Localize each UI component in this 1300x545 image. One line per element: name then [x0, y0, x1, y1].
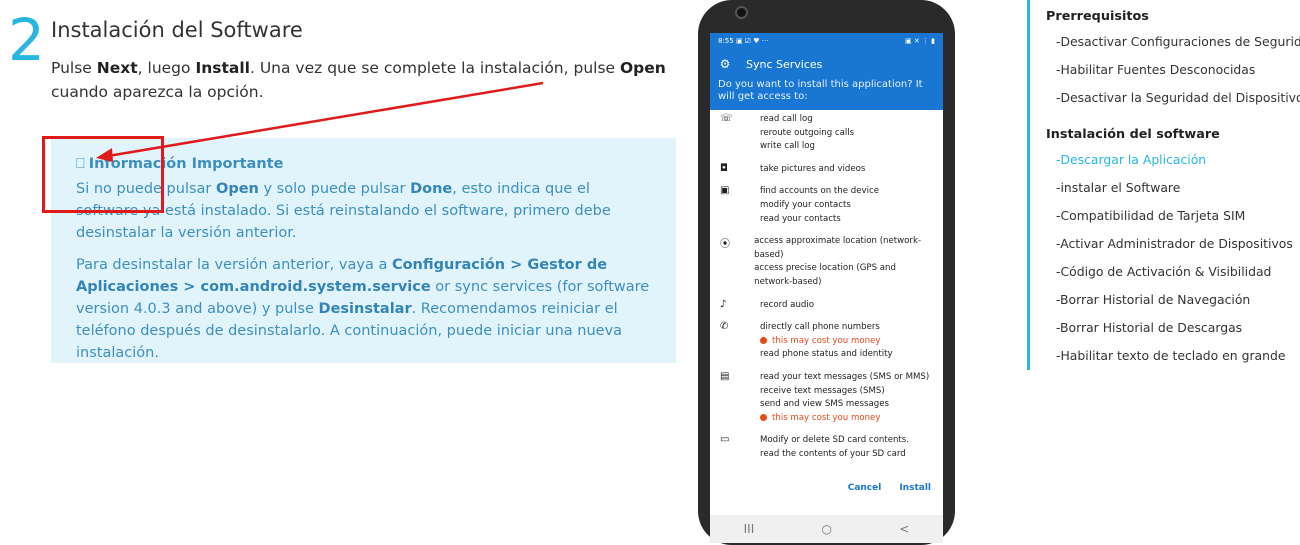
permission-line: access precise location (GPS and network…: [754, 263, 896, 287]
permission-line: read the contents of your SD card: [760, 448, 906, 459]
toc-link[interactable]: -Borrar Historial de Navegación: [1046, 286, 1300, 314]
permission-line: read call log: [760, 114, 813, 124]
install-question: Do you want to install this application?…: [718, 79, 923, 102]
info-text: Para desinstalar la versión anterior, va…: [76, 257, 392, 273]
permission-text: take pictures and videos: [760, 163, 865, 177]
toc-section-prerequisites[interactable]: Prerrequisitos: [1046, 6, 1300, 28]
toc-link[interactable]: -Borrar Historial de Descargas: [1046, 314, 1300, 342]
step-title: Instalación del Software: [51, 18, 303, 42]
permission-icon: ✆: [720, 321, 729, 333]
toc-link[interactable]: -Habilitar texto de teclado en grande: [1046, 342, 1300, 370]
permission-line: reroute outgoing calls: [760, 127, 855, 138]
toc-link[interactable]: -Desactivar Configuraciones de Seguridad: [1046, 28, 1300, 56]
info-text: y solo puede pulsar: [258, 181, 411, 197]
permission-item: ▣ find accounts on the device modify your …: [718, 185, 935, 226]
step-description: Pulse Next, luego Install. Una vez que s…: [51, 56, 671, 104]
permission-line: Modify or delete SD card contents.: [760, 435, 910, 446]
toc-link[interactable]: -Desactivar la Seguridad del Dispositivo: [1046, 84, 1300, 112]
permission-text: read call log reroute outgoing calls write…: [760, 113, 854, 154]
info-open: Open: [216, 181, 259, 197]
permission-cost-warning: this may cost you money: [760, 335, 893, 349]
toc-link[interactable]: -instalar el Software: [1046, 174, 1300, 202]
permission-list[interactable]: ☏ read call log reroute outgoing calls writ…: [710, 110, 943, 461]
permission-item: ☏ read call log reroute outgoing calls writ…: [718, 113, 935, 154]
permission-icon: ▤: [720, 370, 730, 382]
permission-line: record audio: [760, 299, 814, 310]
permission-line: modify your contacts: [760, 199, 851, 210]
phone-frame: 8:55 ▣ ☑ ♥ ··· ▣ ✕ ⋮ ▮ ⚙ Sync Services D…: [698, 0, 955, 545]
install-button[interactable]: Install: [899, 483, 931, 493]
toc-list-prerequisites: -Desactivar Configuraciones de Seguridad…: [1046, 28, 1300, 112]
permission-icon: ♪: [720, 298, 727, 310]
dialog-actions: Cancel Install: [848, 483, 931, 493]
table-of-contents: Prerrequisitos -Desactivar Configuracion…: [1027, 0, 1300, 370]
permission-line: take pictures and videos: [760, 163, 866, 174]
info-paragraph-2: Para desinstalar la versión anterior, va…: [76, 254, 651, 364]
permission-text: directly call phone numbers this may cost…: [760, 321, 893, 362]
toc-link[interactable]: -Habilitar Fuentes Desconocidas: [1046, 56, 1300, 84]
desc-text: Pulse: [51, 59, 97, 77]
recent-apps-icon[interactable]: III: [744, 522, 755, 536]
annotation-highlight-box: [42, 136, 164, 213]
cost-warning-icon: [760, 413, 767, 421]
permission-text: access approximate location (network-bas…: [754, 235, 935, 289]
toc-link[interactable]: -Descargar la Aplicación: [1046, 146, 1300, 174]
permission-icon: ☏: [720, 113, 733, 124]
toc-link[interactable]: -Activar Administrador de Dispositivos: [1046, 230, 1300, 258]
step-number: 2: [8, 6, 45, 74]
permission-text: Modify or delete SD card contents. read t…: [760, 434, 909, 461]
permission-item: ▤ read your text messages (SMS or MMS) rec…: [718, 371, 935, 425]
toc-link[interactable]: -Código de Activación & Visibilidad: [1046, 258, 1300, 286]
status-bar: 8:55 ▣ ☑ ♥ ··· ▣ ✕ ⋮ ▮: [710, 33, 943, 49]
permission-line: read your contacts: [760, 213, 841, 224]
info-done: Done: [410, 181, 453, 197]
toc-list-installation: -Descargar la Aplicación -instalar el Sof…: [1046, 146, 1300, 370]
desc-text: . Una vez que se complete la instalación…: [249, 59, 620, 77]
status-icons-right: ▣ ✕ ⋮ ▮: [904, 37, 935, 45]
permission-line: directly call phone numbers: [760, 322, 880, 333]
desc-text: cuando aparezca la opción.: [51, 83, 264, 101]
permission-item: ✆ directly call phone numbers this may cos…: [718, 321, 935, 362]
permission-line: write call log: [760, 141, 815, 152]
permission-line: access approximate location (network-bas…: [754, 236, 922, 260]
permission-icon: ⦿: [720, 239, 730, 251]
info-uninstall: Desinstalar: [318, 301, 412, 317]
phone-top: [698, 0, 955, 34]
permission-item: ▭ Modify or delete SD card contents. read …: [718, 434, 935, 461]
permission-line: receive text messages (SMS): [760, 385, 885, 396]
desc-open: Open: [620, 59, 666, 77]
permission-icon: ▣: [720, 185, 730, 197]
cost-warning-icon: [760, 336, 767, 344]
gear-icon: ⚙: [719, 57, 731, 71]
permission-item: ◘ take pictures and videos: [718, 163, 935, 177]
permission-cost-warning: this may cost you money: [760, 412, 929, 426]
permission-item: ♪ record audio: [718, 299, 935, 313]
status-time: 8:55: [718, 37, 734, 45]
back-icon[interactable]: <: [899, 522, 909, 536]
toc-section-installation[interactable]: Instalación del software: [1046, 124, 1300, 146]
permission-icon: ▭: [720, 434, 730, 446]
cancel-button[interactable]: Cancel: [848, 483, 882, 493]
permission-line: read phone status and identity: [760, 349, 893, 360]
home-icon[interactable]: ○: [822, 522, 832, 536]
permission-line: find accounts on the device: [760, 186, 879, 197]
desc-text: , luego: [137, 59, 196, 77]
desc-install: Install: [195, 59, 250, 77]
desc-next: Next: [96, 59, 138, 77]
permission-line: send and view SMS messages: [760, 399, 889, 410]
permission-line: read your text messages (SMS or MMS): [760, 371, 930, 382]
status-icons-left: ▣ ☑ ♥ ···: [735, 37, 769, 45]
permission-icon: ◘: [720, 162, 728, 174]
permission-text: read your text messages (SMS or MMS) rece…: [760, 371, 929, 425]
camera-icon: [735, 6, 748, 19]
permission-text: find accounts on the device modify your c…: [760, 185, 879, 226]
phone-screen: 8:55 ▣ ☑ ♥ ··· ▣ ✕ ⋮ ▮ ⚙ Sync Services D…: [710, 33, 943, 543]
permission-item: ⦿ access approximate location (network-ba…: [718, 235, 935, 289]
app-title: Sync Services: [746, 57, 823, 71]
toc-link[interactable]: -Compatibilidad de Tarjeta SIM: [1046, 202, 1300, 230]
permission-text: record audio: [760, 299, 814, 313]
install-dialog-header: ⚙ Sync Services Do you want to install t…: [710, 49, 943, 110]
